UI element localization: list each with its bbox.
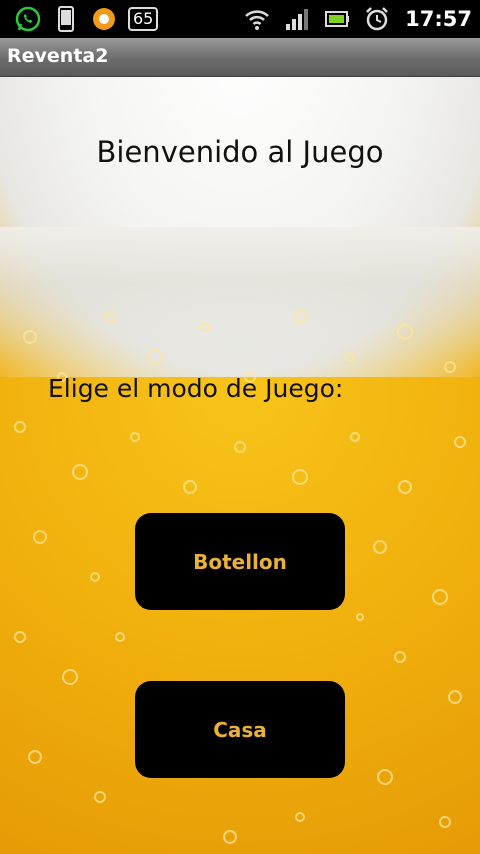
orange-ring-icon xyxy=(90,5,118,33)
wifi-icon xyxy=(243,5,271,33)
status-bar: 65 17:57 xyxy=(0,0,480,38)
welcome-heading: Bienvenido al Juego xyxy=(96,135,384,169)
status-bar-left: 65 xyxy=(14,5,159,33)
mode-prompt-label: Elige el modo de Juego: xyxy=(48,374,344,403)
main-content: Bienvenido al Juego Elige el modo de Jue… xyxy=(0,77,480,854)
botellon-button[interactable]: Botellon xyxy=(135,513,345,610)
app-title: Reventa2 xyxy=(7,45,109,67)
casa-button[interactable]: Casa xyxy=(135,681,345,778)
whatsapp-icon xyxy=(14,5,42,33)
status-bar-right: 17:57 xyxy=(243,5,472,33)
phone-icon xyxy=(52,5,80,33)
battery-icon xyxy=(323,5,351,33)
alarm-icon xyxy=(363,5,391,33)
signal-icon xyxy=(283,5,311,33)
notification-badge: 65 xyxy=(128,7,159,31)
clock: 17:57 xyxy=(405,7,472,31)
app-title-bar: Reventa2 xyxy=(0,38,480,77)
